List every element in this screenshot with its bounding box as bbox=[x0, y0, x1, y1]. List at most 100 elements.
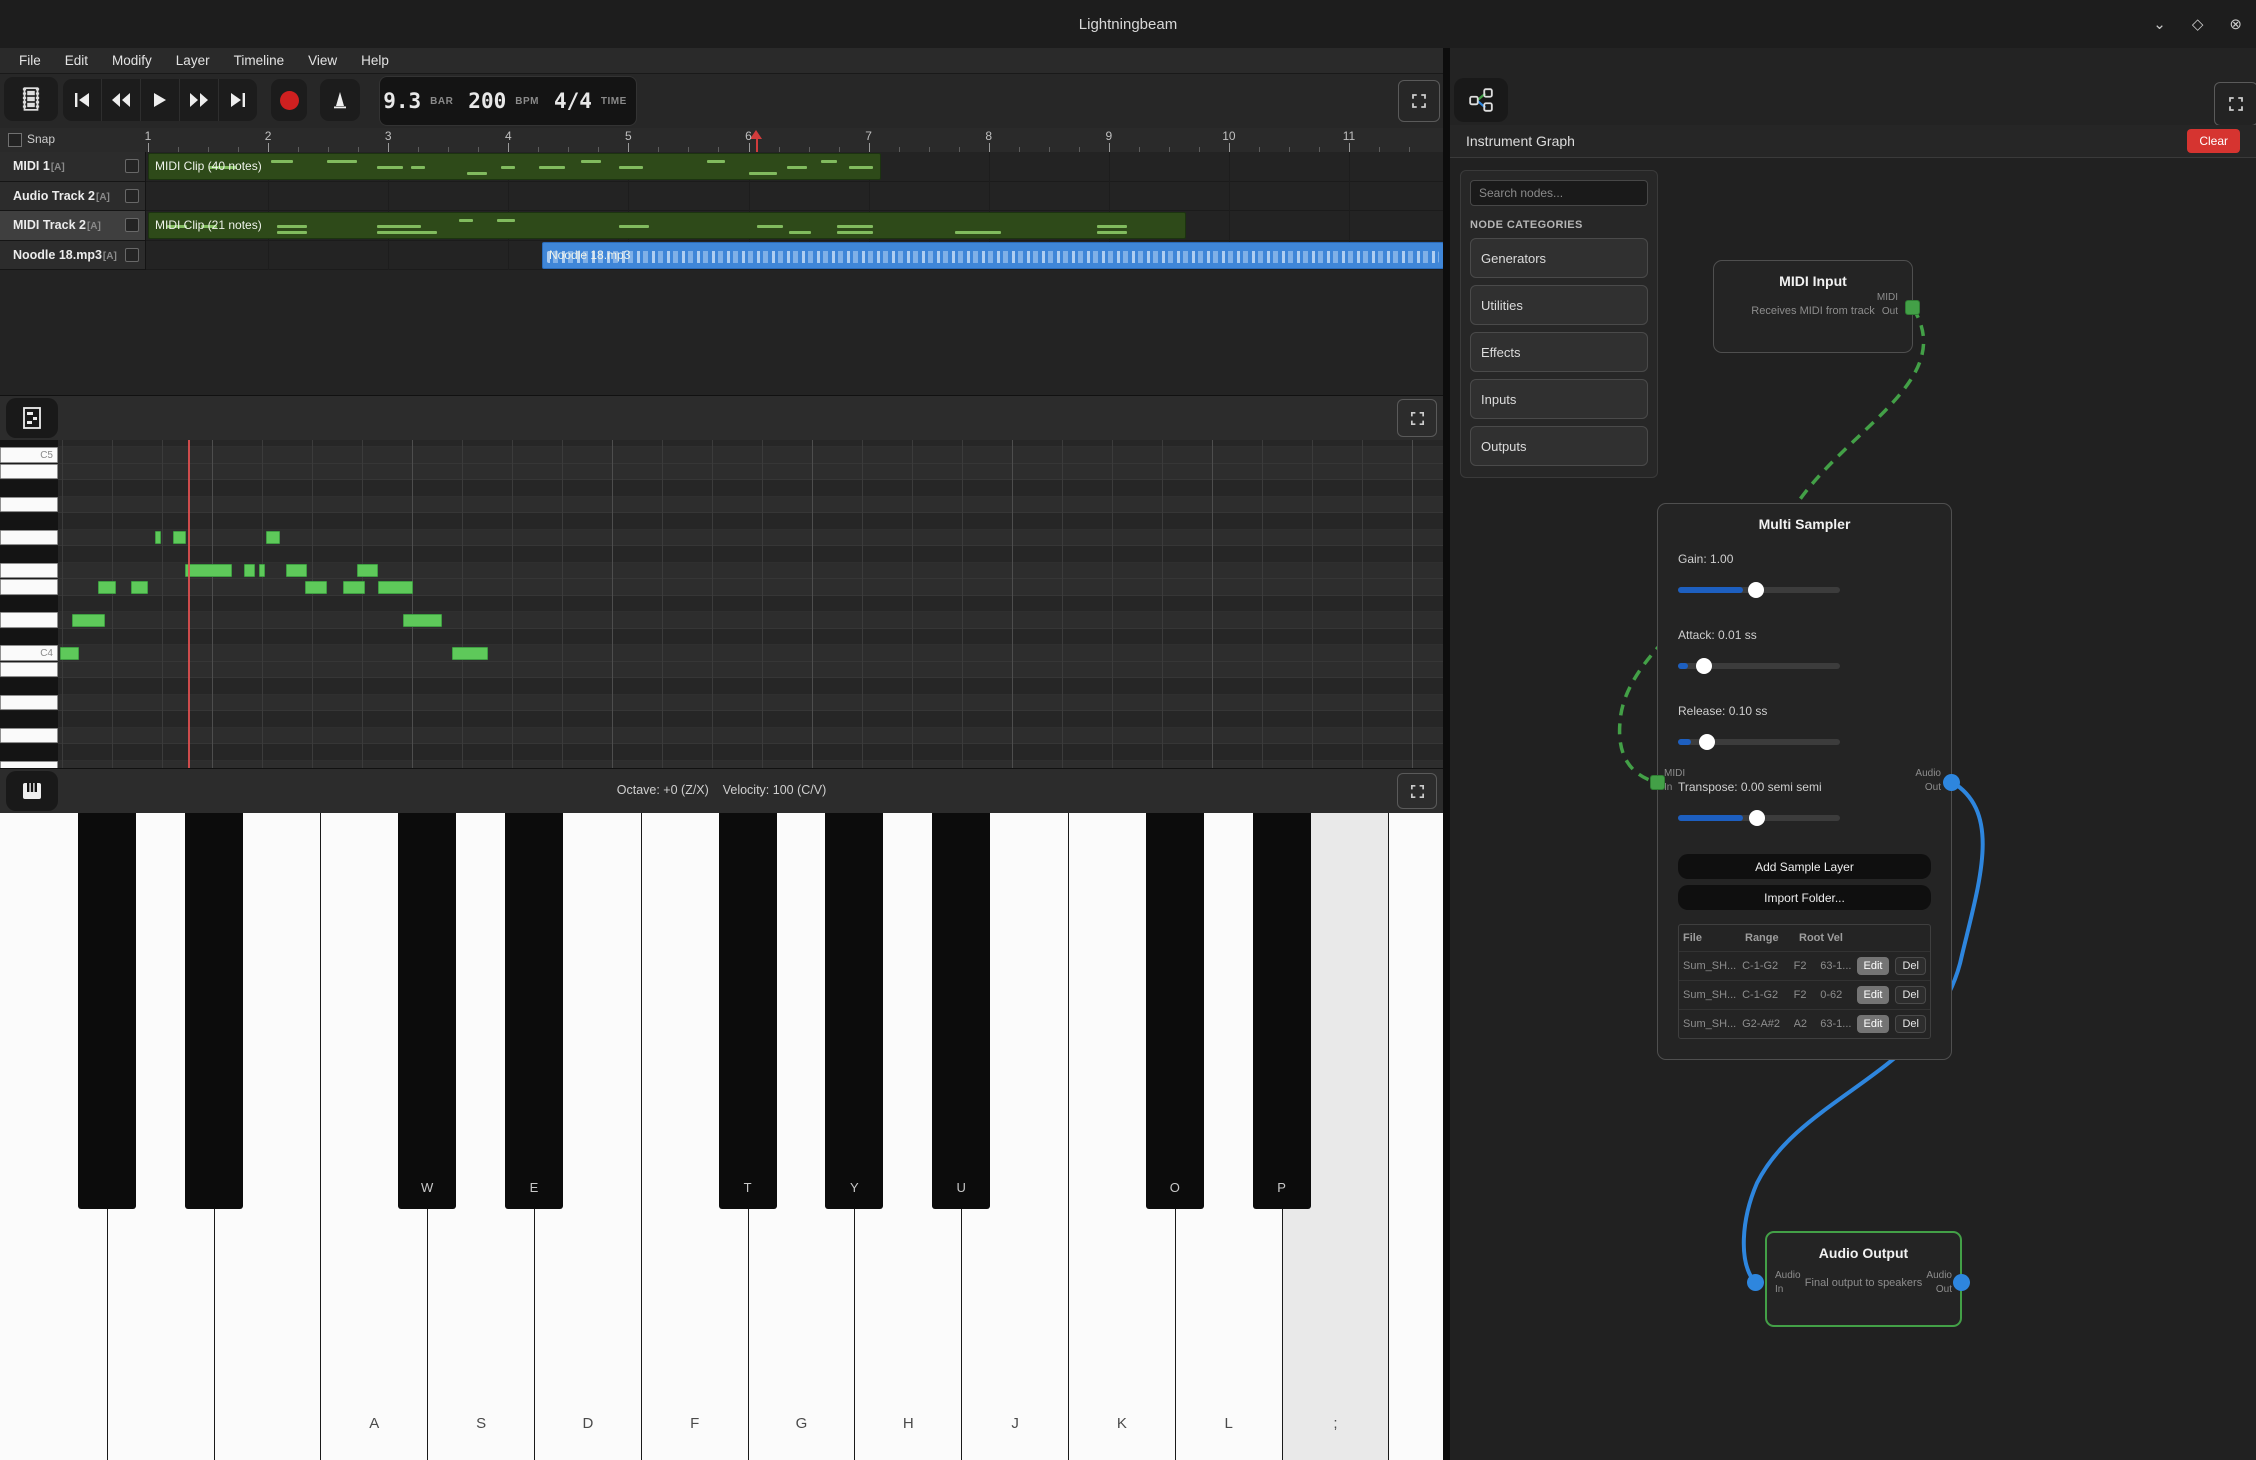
menu-edit[interactable]: Edit bbox=[53, 53, 100, 68]
roll-key[interactable] bbox=[0, 464, 58, 480]
slider-thumb[interactable] bbox=[1748, 582, 1764, 598]
audio-out-port[interactable] bbox=[1953, 1274, 1970, 1291]
midi-note[interactable] bbox=[131, 581, 148, 594]
category-inputs[interactable]: Inputs bbox=[1470, 379, 1648, 419]
roll-key[interactable] bbox=[0, 695, 58, 711]
midi-note[interactable] bbox=[244, 564, 255, 577]
node-midi-input[interactable]: MIDI Input Receives MIDI from track MIDI… bbox=[1713, 260, 1913, 353]
delete-sample-button[interactable]: Del bbox=[1895, 1015, 1926, 1033]
delete-sample-button[interactable]: Del bbox=[1895, 957, 1926, 975]
midi-note[interactable] bbox=[286, 564, 307, 577]
track-checkbox[interactable] bbox=[125, 218, 139, 232]
white-key[interactable] bbox=[1388, 813, 1443, 1460]
midi-out-port[interactable] bbox=[1905, 300, 1920, 315]
import-folder-button[interactable]: Import Folder... bbox=[1678, 885, 1931, 910]
param-slider[interactable] bbox=[1678, 582, 1840, 598]
midi-note[interactable] bbox=[343, 581, 365, 594]
track-checkbox[interactable] bbox=[125, 189, 139, 203]
slider-thumb[interactable] bbox=[1696, 658, 1712, 674]
audio-clip[interactable]: Noodle 18.mp3 bbox=[542, 242, 1443, 269]
black-key-P[interactable]: P bbox=[1253, 813, 1311, 1209]
track-header-2[interactable]: Audio Track 2[A] bbox=[0, 182, 145, 212]
metronome-button[interactable] bbox=[320, 79, 360, 121]
black-key-W[interactable]: W bbox=[398, 813, 456, 1209]
piano-roll-panel-button[interactable] bbox=[6, 398, 58, 438]
midi-note[interactable] bbox=[305, 581, 327, 594]
midi-note[interactable] bbox=[60, 647, 79, 660]
roll-key[interactable] bbox=[0, 440, 58, 447]
black-key-E[interactable]: E bbox=[505, 813, 563, 1209]
add-sample-layer-button[interactable]: Add Sample Layer bbox=[1678, 854, 1931, 879]
rewind-button[interactable] bbox=[102, 79, 141, 121]
menu-file[interactable]: File bbox=[7, 53, 53, 68]
midi-note[interactable] bbox=[403, 614, 442, 627]
black-key[interactable] bbox=[185, 813, 243, 1209]
category-generators[interactable]: Generators bbox=[1470, 238, 1648, 278]
midi-note[interactable] bbox=[155, 531, 161, 544]
graph-canvas[interactable]: NODE CATEGORIES GeneratorsUtilitiesEffec… bbox=[1450, 158, 2256, 1460]
midi-note[interactable] bbox=[185, 564, 232, 577]
roll-key[interactable] bbox=[0, 629, 58, 646]
black-key-O[interactable]: O bbox=[1146, 813, 1204, 1209]
category-outputs[interactable]: Outputs bbox=[1470, 426, 1648, 466]
param-slider[interactable] bbox=[1678, 658, 1840, 674]
panel-divider[interactable] bbox=[1443, 48, 1450, 1460]
roll-key[interactable] bbox=[0, 678, 58, 695]
roll-key[interactable] bbox=[0, 711, 58, 728]
roll-key[interactable] bbox=[0, 761, 58, 769]
black-key-U[interactable]: U bbox=[932, 813, 990, 1209]
delete-sample-button[interactable]: Del bbox=[1895, 986, 1926, 1004]
edit-sample-button[interactable]: Edit bbox=[1857, 957, 1890, 975]
midi-clip[interactable]: MIDI Clip (21 notes) bbox=[148, 212, 1186, 239]
menu-help[interactable]: Help bbox=[349, 53, 401, 68]
param-slider[interactable] bbox=[1678, 810, 1840, 826]
skip-to-end-button[interactable] bbox=[219, 79, 257, 121]
midi-clip[interactable]: MIDI Clip (40 notes) bbox=[148, 153, 881, 180]
param-slider[interactable] bbox=[1678, 734, 1840, 750]
midi-in-port[interactable] bbox=[1650, 775, 1665, 790]
piano-roll-grid[interactable] bbox=[58, 440, 1443, 768]
midi-note[interactable] bbox=[378, 581, 413, 594]
slider-thumb[interactable] bbox=[1749, 810, 1765, 826]
track-lane[interactable] bbox=[145, 182, 1443, 212]
category-utilities[interactable]: Utilities bbox=[1470, 285, 1648, 325]
roll-key[interactable] bbox=[0, 546, 58, 563]
clear-graph-button[interactable]: Clear bbox=[2187, 129, 2240, 153]
midi-note[interactable] bbox=[173, 531, 186, 544]
roll-key[interactable] bbox=[0, 728, 58, 744]
black-key-Y[interactable]: Y bbox=[825, 813, 883, 1209]
snap-checkbox[interactable] bbox=[8, 133, 22, 147]
keyboard-fullscreen-button[interactable] bbox=[1397, 773, 1437, 809]
skip-to-start-button[interactable] bbox=[63, 79, 102, 121]
timeline-ruler[interactable]: Snap 1234567891011 bbox=[0, 128, 1443, 153]
roll-key[interactable] bbox=[0, 513, 58, 530]
edit-sample-button[interactable]: Edit bbox=[1857, 986, 1890, 1004]
track-header-1[interactable]: MIDI 1[A] bbox=[0, 152, 145, 182]
search-input[interactable] bbox=[1470, 180, 1648, 206]
graph-fullscreen-button[interactable] bbox=[2214, 82, 2256, 126]
midi-note[interactable] bbox=[98, 581, 116, 594]
roll-key[interactable] bbox=[0, 480, 58, 497]
black-key[interactable] bbox=[78, 813, 136, 1209]
track-header-4[interactable]: Noodle 18.mp3[A] bbox=[0, 241, 145, 271]
play-button[interactable] bbox=[141, 79, 180, 121]
midi-note[interactable] bbox=[452, 647, 488, 660]
roll-key[interactable] bbox=[0, 662, 58, 678]
audio-out-port[interactable] bbox=[1943, 774, 1960, 791]
roll-key[interactable] bbox=[0, 497, 58, 513]
midi-note[interactable] bbox=[72, 614, 105, 627]
menu-view[interactable]: View bbox=[296, 53, 349, 68]
roll-key[interactable] bbox=[0, 563, 58, 579]
category-effects[interactable]: Effects bbox=[1470, 332, 1648, 372]
fast-forward-button[interactable] bbox=[180, 79, 219, 121]
bpm-value[interactable]: 200 bbox=[468, 89, 506, 113]
piano-roll-fullscreen-button[interactable] bbox=[1397, 399, 1437, 437]
track-lanes[interactable]: MIDI Clip (40 notes) MIDI Clip (21 notes)… bbox=[145, 152, 1443, 395]
edit-sample-button[interactable]: Edit bbox=[1857, 1015, 1890, 1033]
roll-key-c5[interactable]: C5 bbox=[0, 447, 58, 463]
time-signature-value[interactable]: 4/4 bbox=[554, 89, 592, 113]
menu-modify[interactable]: Modify bbox=[100, 53, 164, 68]
roll-key[interactable] bbox=[0, 579, 58, 595]
roll-key[interactable] bbox=[0, 744, 58, 761]
slider-thumb[interactable] bbox=[1699, 734, 1715, 750]
